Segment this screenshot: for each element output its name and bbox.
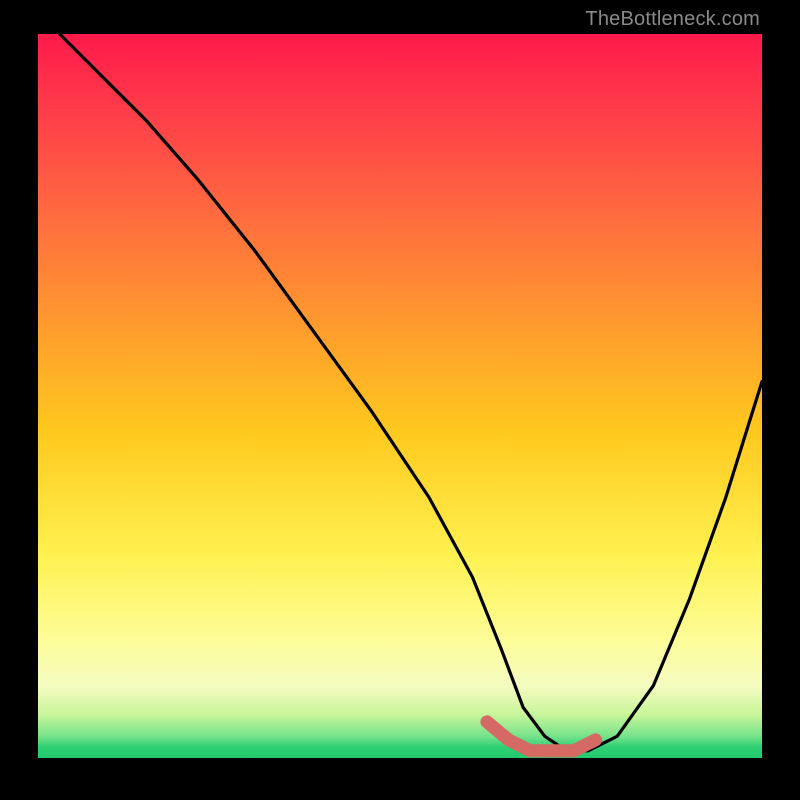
chart-frame: TheBottleneck.com <box>0 0 800 800</box>
accent-segment <box>487 722 596 751</box>
plot-area <box>38 34 762 758</box>
curve-layer <box>38 34 762 758</box>
main-curve <box>60 34 762 751</box>
attribution-label: TheBottleneck.com <box>585 8 760 31</box>
